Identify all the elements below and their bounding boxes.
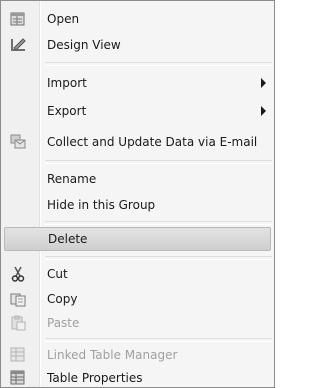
submenu-arrow-icon bbox=[261, 106, 266, 116]
menu-item-collect-data[interactable]: Collect and Update Data via E-mail bbox=[3, 130, 272, 154]
open-icon bbox=[9, 10, 27, 28]
paste-icon bbox=[9, 314, 27, 332]
menu-item-label: Table Properties bbox=[47, 371, 143, 385]
menu-item-linked-table-manager[interactable]: Linked Table Manager bbox=[3, 343, 272, 367]
menu-item-copy[interactable]: Copy bbox=[3, 287, 272, 311]
menu-item-label: Collect and Update Data via E-mail bbox=[47, 135, 258, 149]
context-menu: Open Design View Import Export Collect a… bbox=[0, 0, 275, 388]
menu-item-import[interactable]: Import bbox=[3, 71, 272, 95]
menu-item-label: Delete bbox=[48, 232, 88, 246]
menu-item-label: Linked Table Manager bbox=[47, 348, 178, 362]
menu-separator bbox=[45, 221, 272, 225]
menu-item-label: Cut bbox=[47, 267, 68, 281]
menu-item-delete[interactable]: Delete bbox=[4, 227, 271, 251]
menu-item-design-view[interactable]: Design View bbox=[3, 33, 272, 57]
menu-separator bbox=[45, 62, 272, 66]
menu-separator bbox=[45, 256, 272, 260]
menu-item-label: Rename bbox=[47, 172, 97, 186]
menu-item-rename[interactable]: Rename bbox=[3, 167, 272, 191]
menu-item-cut[interactable]: Cut bbox=[3, 262, 272, 286]
copy-icon bbox=[9, 290, 27, 308]
menu-item-paste[interactable]: Paste bbox=[3, 311, 272, 335]
scissors-icon bbox=[9, 265, 27, 283]
collect-data-icon bbox=[9, 133, 27, 151]
menu-item-label: Design View bbox=[47, 38, 121, 52]
menu-item-export[interactable]: Export bbox=[3, 99, 272, 123]
menu-item-label: Open bbox=[47, 12, 80, 26]
menu-item-open[interactable]: Open bbox=[3, 7, 272, 31]
menu-item-label: Import bbox=[47, 76, 87, 90]
menu-item-label: Export bbox=[47, 104, 87, 118]
table-properties-icon bbox=[9, 369, 27, 387]
menu-separator bbox=[45, 338, 272, 342]
menu-item-table-properties[interactable]: Table Properties bbox=[3, 366, 272, 387]
menu-separator bbox=[45, 160, 272, 164]
menu-item-label: Copy bbox=[47, 292, 78, 306]
linked-table-manager-icon bbox=[9, 346, 27, 364]
menu-item-label: Hide in this Group bbox=[47, 198, 156, 212]
submenu-arrow-icon bbox=[261, 78, 266, 88]
menu-item-label: Paste bbox=[47, 316, 80, 330]
menu-item-hide-in-group[interactable]: Hide in this Group bbox=[3, 193, 272, 217]
design-view-icon bbox=[9, 36, 27, 54]
